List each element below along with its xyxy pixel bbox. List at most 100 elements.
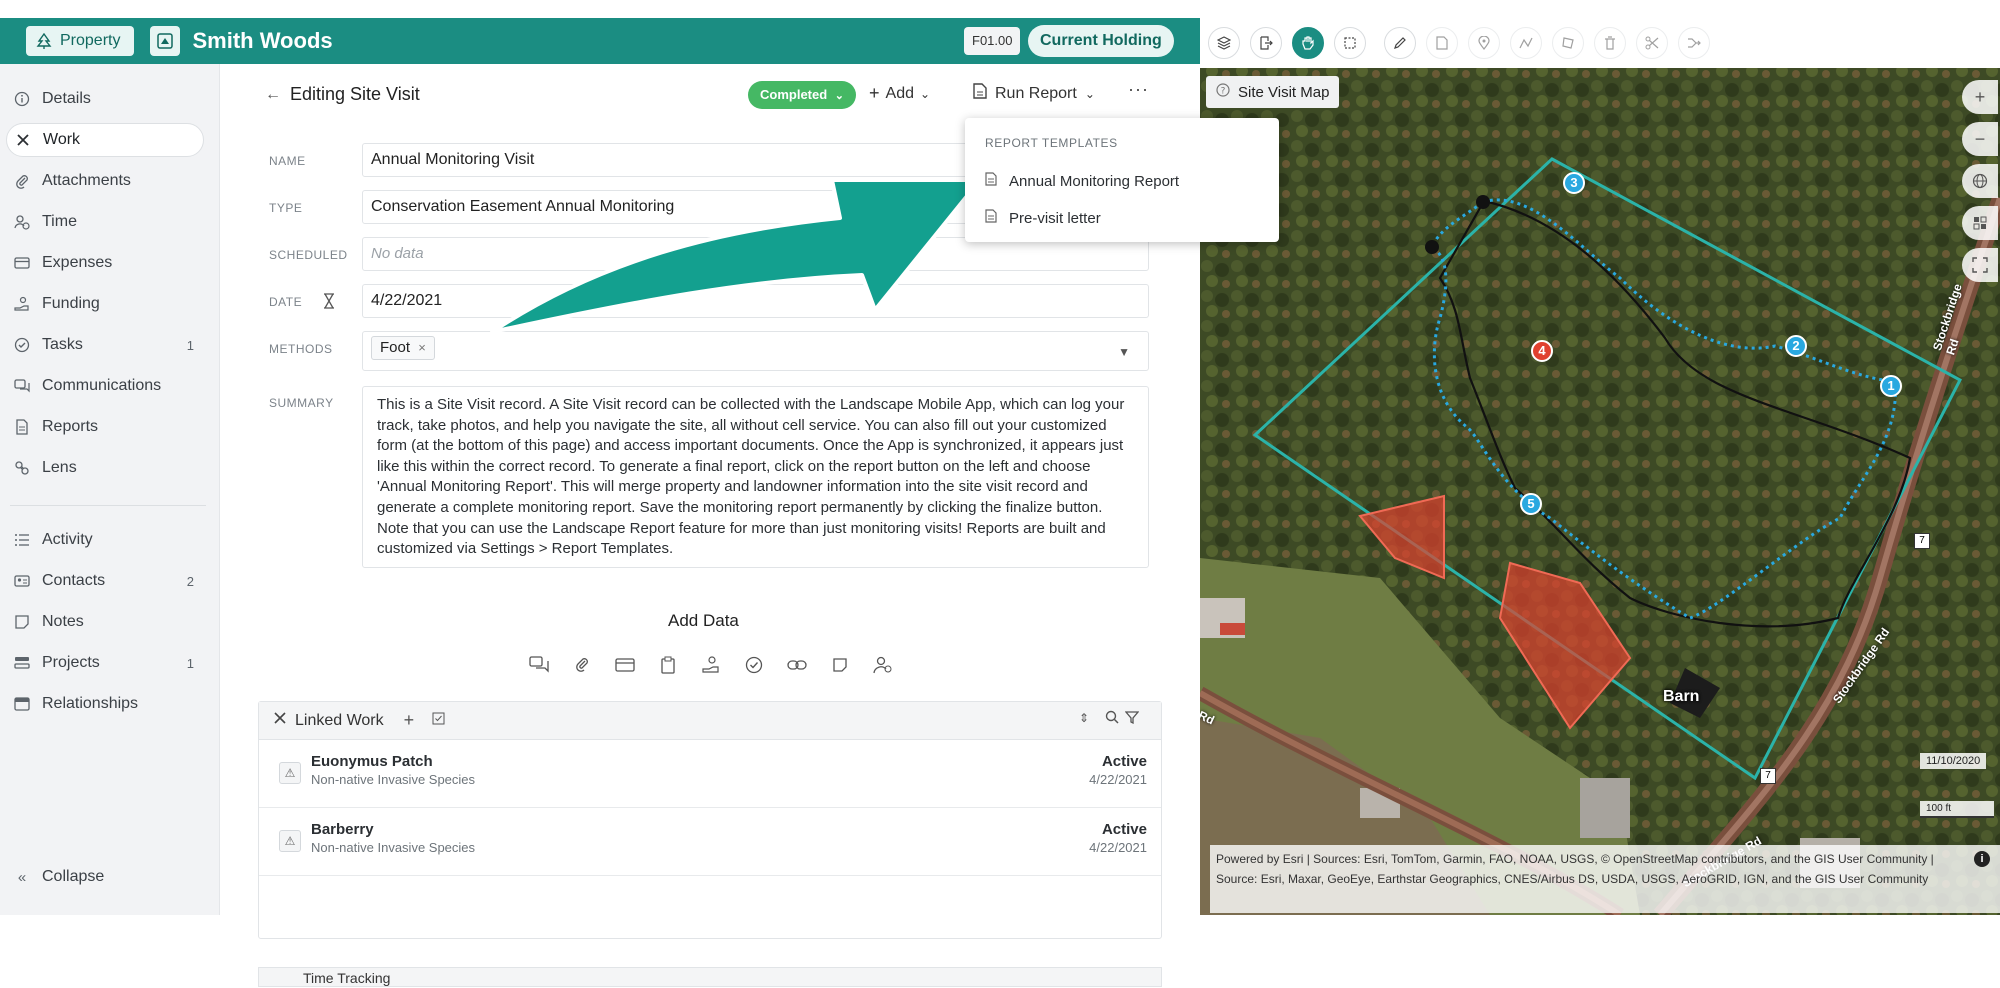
sidebar-item-communications[interactable]: Communications — [6, 369, 204, 403]
sidebar-item-contacts[interactable]: Contacts 2 — [6, 564, 204, 598]
hand-coin-icon[interactable] — [698, 654, 723, 676]
select-box-icon[interactable] — [1334, 27, 1366, 59]
paperclip-icon[interactable] — [569, 654, 594, 676]
sort-icon[interactable]: ⇕ — [1079, 711, 1089, 725]
double-chevron-left-icon: « — [17, 868, 27, 886]
sidebar-item-label: Funding — [42, 295, 100, 312]
table-row[interactable]: ⚠ Barberry Non-native Invasive Species A… — [259, 808, 1161, 876]
edit-icon[interactable] — [1384, 27, 1416, 59]
export-icon[interactable] — [1250, 27, 1282, 59]
zoom-out-icon[interactable]: − — [1962, 122, 1998, 156]
waypoint-marker[interactable]: 3 — [1563, 172, 1585, 194]
waypoint-label: 4 — [1538, 343, 1546, 358]
hand-pan-icon[interactable] — [1292, 27, 1324, 59]
sidebar-item-tasks[interactable]: Tasks 1 — [6, 328, 204, 362]
menu-item-annual-report[interactable]: Annual Monitoring Report — [985, 172, 1179, 190]
clipboard-icon[interactable] — [655, 654, 680, 676]
building — [1580, 778, 1630, 838]
sidebar-item-projects[interactable]: Projects 1 — [6, 646, 204, 680]
row-subtitle: Non-native Invasive Species — [311, 840, 476, 855]
project-icon — [14, 655, 30, 671]
tools-icon — [15, 132, 31, 148]
sidebar-item-expenses[interactable]: Expenses — [6, 246, 204, 280]
route-shield: 7 — [1914, 533, 1930, 549]
tree-icon — [36, 32, 52, 49]
draw-polygon-icon[interactable] — [1552, 27, 1584, 59]
back-arrow-icon[interactable]: ← — [265, 86, 281, 104]
add-user-icon[interactable] — [870, 654, 895, 676]
waypoint-label: 3 — [1570, 175, 1578, 190]
sidebar-item-lens[interactable]: Lens — [6, 451, 204, 485]
sidebar-item-details[interactable]: Details — [6, 82, 204, 116]
merge-icon[interactable] — [1678, 27, 1710, 59]
sidebar-item-label: Reports — [42, 418, 99, 435]
sidebar-item-work[interactable]: Work — [6, 123, 204, 157]
sidebar-item-relationships[interactable]: Relationships — [6, 687, 204, 721]
status-badge[interactable]: Completed ⌄ — [748, 81, 857, 109]
sidebar-item-attachments[interactable]: Attachments — [6, 164, 204, 198]
trash-icon[interactable] — [1594, 27, 1626, 59]
contacts-count: 2 — [186, 573, 194, 589]
sidebar-divider — [10, 505, 206, 506]
waypoint-marker[interactable]: 1 — [1880, 375, 1902, 397]
add-label: Add — [885, 84, 914, 102]
sidebar-item-reports[interactable]: Reports — [6, 410, 204, 444]
run-report-button[interactable]: Run Report ⌄ — [973, 83, 1095, 104]
waypoint-marker[interactable]: 5 — [1520, 493, 1542, 515]
map-pin-icon[interactable] — [1468, 27, 1500, 59]
svg-text:?: ? — [1221, 87, 1226, 97]
site-visit-map[interactable]: 1 2 3 4 5 Barn Stockbridge Rd Stockbridg… — [1200, 18, 2000, 915]
waypoint-marker[interactable]: 4 — [1531, 340, 1553, 362]
table-row[interactable]: ⚠ Euonymus Patch Non-native Invasive Spe… — [259, 740, 1161, 808]
close-icon[interactable]: × — [418, 340, 426, 355]
globe-icon[interactable] — [1962, 164, 1998, 198]
sidebar-item-label: Details — [42, 90, 91, 107]
row-date: 4/22/2021 — [1089, 840, 1147, 855]
property-header: Property Smith Woods F01.00 Current Hold… — [0, 18, 1200, 64]
imagery-date: 11/10/2020 — [1920, 753, 1987, 769]
draw-line-icon[interactable] — [1510, 27, 1542, 59]
sidebar-item-notes[interactable]: Notes — [6, 605, 204, 639]
holding-status-badge[interactable]: Current Holding — [1028, 25, 1174, 57]
waypoint-marker[interactable]: 2 — [1785, 335, 1807, 357]
property-type-label: Property — [60, 32, 121, 49]
method-chip: Foot × — [371, 336, 435, 360]
sidebar-item-funding[interactable]: Funding — [6, 287, 204, 321]
summary-label: SUMMARY — [269, 396, 334, 410]
time-tracking-header: Time Tracking — [258, 967, 1162, 987]
filter-icon[interactable] — [1124, 711, 1140, 729]
card-icon — [14, 255, 30, 271]
check-circle-icon[interactable] — [741, 654, 766, 676]
zoom-in-icon[interactable]: + — [1962, 80, 1998, 114]
sidebar-item-label: Activity — [42, 531, 93, 548]
note-icon[interactable] — [827, 654, 852, 676]
note-icon — [14, 614, 30, 630]
scissors-icon[interactable] — [1636, 27, 1668, 59]
sidebar-item-time[interactable]: Time — [6, 205, 204, 239]
document-icon[interactable] — [1426, 27, 1458, 59]
summary-field[interactable]: This is a Site Visit record. A Site Visi… — [362, 386, 1149, 568]
property-type-badge[interactable]: Property — [26, 26, 135, 56]
menu-item-previsit-letter[interactable]: Pre-visit letter — [985, 209, 1101, 227]
plus-icon[interactable]: + — [404, 710, 415, 731]
add-button[interactable]: + Add ⌄ — [869, 83, 930, 104]
link-icon[interactable] — [784, 654, 809, 676]
card-icon[interactable] — [612, 654, 637, 676]
menu-item-label: Annual Monitoring Report — [1009, 172, 1180, 190]
layers-icon[interactable] — [1208, 27, 1240, 59]
sidebar: Details Work Attachments Time Expenses F… — [0, 64, 220, 915]
help-icon[interactable]: ? — [1216, 83, 1230, 101]
sidebar-item-activity[interactable]: Activity — [6, 523, 204, 557]
linked-work-header: Linked Work + ⇕ — [259, 702, 1161, 740]
search-icon[interactable] — [1105, 710, 1119, 729]
checklist-icon[interactable] — [432, 712, 445, 730]
fullscreen-icon[interactable] — [1962, 248, 1998, 282]
document-icon — [985, 209, 997, 227]
collapse-button[interactable]: « Collapse — [6, 860, 204, 894]
more-options-button[interactable]: ··· — [1128, 79, 1149, 100]
info-icon[interactable]: i — [1974, 851, 1990, 867]
waypoint-label: 1 — [1887, 378, 1895, 393]
row-date: 4/22/2021 — [1089, 772, 1147, 787]
chat-icon[interactable] — [526, 654, 551, 676]
basemap-icon[interactable] — [1962, 206, 1998, 240]
